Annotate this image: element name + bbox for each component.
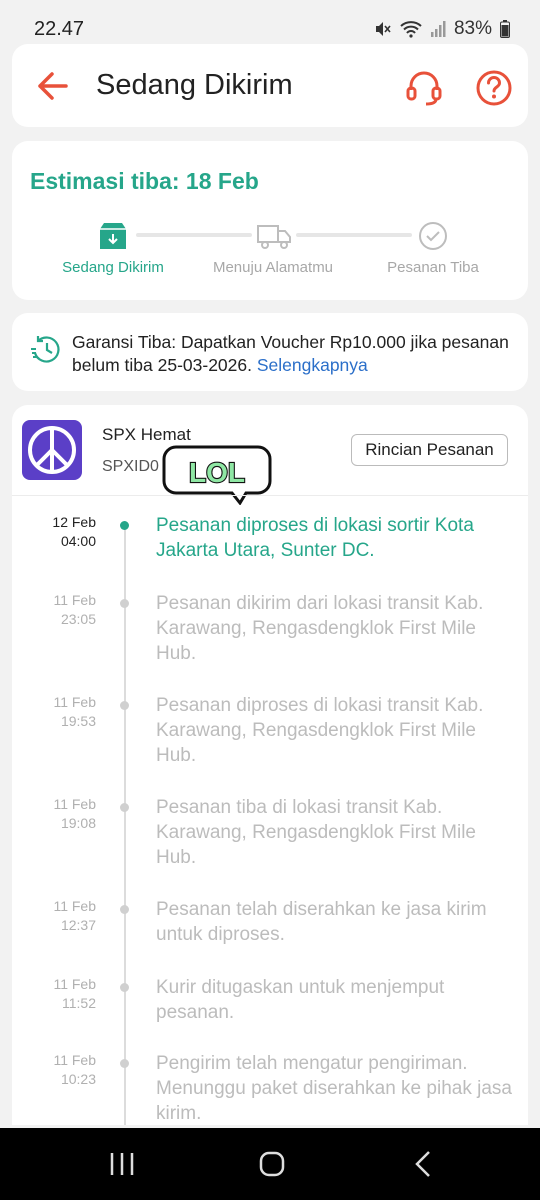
- progress-bar-2: [296, 233, 412, 237]
- timeline-line: [124, 521, 126, 1125]
- event-date: 11 Feb: [53, 976, 96, 992]
- event-date: 11 Feb: [53, 694, 96, 710]
- event-date: 12 Feb: [52, 514, 96, 530]
- peace-logo-icon: [28, 426, 76, 474]
- event-datetime: 12 Feb 04:00: [12, 513, 96, 551]
- event-datetime: 11 Feb 12:37: [12, 897, 96, 935]
- event-description: Pengirim telah mengatur pengiriman. Menu…: [156, 1053, 512, 1124]
- event-date: 11 Feb: [53, 796, 96, 812]
- tracking-card: SPX Hemat SPXID0 2 LOL Rincian Pesanan 1…: [12, 405, 528, 1125]
- event-description: Pesanan telah diserahkan ke jasa kirim u…: [156, 899, 487, 945]
- wifi-icon: [400, 21, 422, 38]
- page-title: Sedang Dikirim: [96, 69, 293, 101]
- event-description: Pesanan diproses di lokasi sortir Kota J…: [156, 515, 474, 561]
- event-description: Pesanan diproses di lokasi transit Kab. …: [156, 695, 484, 766]
- event-description: Pesanan tiba di lokasi transit Kab. Kara…: [156, 797, 476, 868]
- event-datetime: 11 Feb 10:23: [12, 1051, 96, 1089]
- back-arrow-icon[interactable]: [32, 66, 76, 106]
- event-datetime: 11 Feb 11:52: [12, 975, 96, 1013]
- event-date: 11 Feb: [53, 592, 96, 608]
- step-to-address-label: Menuju Alamatmu: [212, 259, 334, 276]
- divider: [12, 495, 528, 496]
- event-dot: [120, 521, 129, 530]
- back-nav-icon[interactable]: [404, 1146, 444, 1182]
- event-date: 11 Feb: [53, 1052, 96, 1068]
- event-dot: [120, 701, 129, 710]
- event-time: 10:23: [60, 1071, 96, 1087]
- estimated-arrival: Estimasi tiba: 18 Feb: [30, 168, 259, 194]
- courier-name: SPX Hemat: [102, 425, 191, 444]
- guarantee-card: Garansi Tiba: Dapatkan Voucher Rp10.000 …: [12, 313, 528, 391]
- event-description: Kurir ditugaskan untuk menjemput pesanan…: [156, 977, 445, 1023]
- event-date: 11 Feb: [53, 898, 96, 914]
- event-dot: [120, 983, 129, 992]
- guarantee-text: Garansi Tiba: Dapatkan Voucher Rp10.000 …: [72, 331, 512, 377]
- truck-icon: [257, 225, 291, 249]
- system-nav-bar: [0, 1128, 540, 1200]
- status-bar: 22.47 83%: [0, 0, 540, 46]
- step-arrived-label: Pesanan Tiba: [387, 259, 479, 276]
- check-circle-icon: [419, 222, 447, 250]
- sticker-text: LOL: [189, 457, 245, 488]
- see-more-link[interactable]: Selengkapnya: [257, 355, 368, 375]
- home-icon[interactable]: [252, 1146, 292, 1182]
- event-dot: [120, 599, 129, 608]
- event-datetime: 11 Feb 19:53: [12, 693, 96, 731]
- signal-icon: [430, 21, 446, 37]
- tracking-number-prefix: SPXID0: [102, 458, 159, 475]
- event-time: 11:52: [62, 995, 96, 1011]
- battery-icon: [500, 20, 510, 38]
- battery-percent: 83%: [453, 18, 492, 39]
- status-time: 22.47: [34, 18, 85, 40]
- step-shipping-label: Sedang Dikirim: [62, 259, 164, 276]
- recents-icon[interactable]: [102, 1146, 142, 1182]
- event-time: 19:08: [60, 815, 96, 831]
- delivery-status-card: Estimasi tiba: 18 Feb Sedang Dikirim Men…: [12, 141, 528, 300]
- courier-logo: [22, 420, 82, 480]
- event-datetime: 11 Feb 23:05: [12, 591, 96, 629]
- event-time: 04:00: [60, 533, 96, 549]
- help-icon[interactable]: [474, 68, 514, 108]
- order-details-button[interactable]: Rincian Pesanan: [351, 434, 508, 466]
- event-description: Pesanan dikirim dari lokasi transit Kab.…: [156, 593, 484, 664]
- event-time: 12:37: [60, 917, 96, 933]
- header-bar: Sedang Dikirim: [12, 44, 528, 127]
- headset-icon[interactable]: [404, 68, 444, 108]
- box-icon: [100, 223, 126, 249]
- event-dot: [120, 803, 129, 812]
- event-dot: [120, 905, 129, 914]
- event-time: 19:53: [60, 713, 96, 729]
- event-dot: [120, 1059, 129, 1068]
- progress-bar-1: [136, 233, 252, 237]
- event-time: 23:05: [60, 611, 96, 627]
- mute-icon: [375, 22, 391, 36]
- clock-refresh-icon: [31, 336, 60, 363]
- event-datetime: 11 Feb 19:08: [12, 795, 96, 833]
